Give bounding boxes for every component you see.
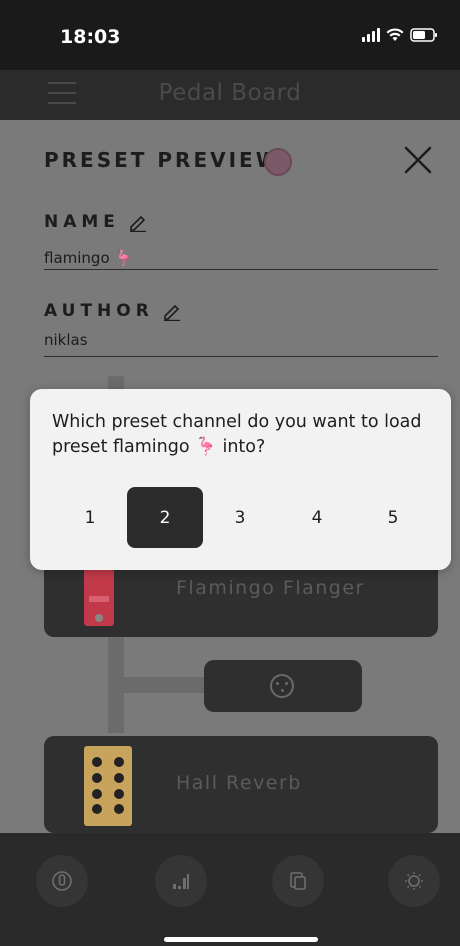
app-title: Pedal Board bbox=[158, 80, 302, 106]
chain-branch bbox=[108, 677, 208, 693]
channel-select-dialog: Which preset channel do you want to load… bbox=[30, 389, 451, 570]
pedal-name: Hall Reverb bbox=[176, 772, 302, 794]
author-label-text: AUTHOR bbox=[44, 301, 154, 321]
name-label: NAME bbox=[44, 212, 148, 232]
author-field[interactable]: niklas bbox=[44, 331, 88, 349]
preset-color-dot[interactable] bbox=[264, 148, 292, 176]
home-indicator bbox=[164, 937, 318, 942]
meter-icon[interactable] bbox=[155, 855, 207, 907]
channel-button-3[interactable]: 3 bbox=[202, 487, 278, 548]
status-time: 18:03 bbox=[60, 26, 121, 48]
name-underline bbox=[44, 269, 438, 270]
edit-name-icon[interactable] bbox=[128, 212, 148, 232]
bottom-nav bbox=[0, 833, 460, 946]
channel-button-1[interactable]: 1 bbox=[52, 487, 128, 548]
status-bar: 18:03 bbox=[0, 0, 460, 70]
close-icon[interactable] bbox=[402, 144, 434, 176]
preview-title: PRESET PREVIEW bbox=[44, 148, 281, 172]
channel-button-4[interactable]: 4 bbox=[279, 487, 355, 548]
reverb-pedal-image bbox=[84, 746, 132, 826]
channel-button-2[interactable]: 2 bbox=[127, 487, 203, 548]
pedal-card-hall-reverb[interactable]: Hall Reverb bbox=[44, 736, 438, 833]
name-field[interactable]: flamingo 🦩 bbox=[44, 249, 133, 267]
wifi-icon bbox=[386, 28, 404, 42]
channel-button-5[interactable]: 5 bbox=[355, 487, 431, 548]
edit-author-icon[interactable] bbox=[162, 301, 182, 321]
pedal-card-flamingo-flanger[interactable]: Flamingo Flanger bbox=[44, 560, 438, 637]
signal-icon bbox=[362, 28, 380, 42]
status-icons bbox=[362, 28, 438, 42]
app-bar: Pedal Board bbox=[0, 70, 460, 120]
name-label-text: NAME bbox=[44, 212, 120, 232]
light-icon[interactable] bbox=[388, 855, 440, 907]
copy-icon[interactable] bbox=[272, 855, 324, 907]
power-icon[interactable] bbox=[36, 855, 88, 907]
fx-loop-icon bbox=[270, 674, 294, 698]
dialog-message: Which preset channel do you want to load… bbox=[52, 412, 422, 457]
fx-loop-button[interactable] bbox=[204, 660, 362, 712]
author-underline bbox=[44, 356, 438, 357]
battery-icon bbox=[410, 28, 438, 42]
pedal-name: Flamingo Flanger bbox=[176, 577, 365, 599]
author-label: AUTHOR bbox=[44, 301, 182, 321]
